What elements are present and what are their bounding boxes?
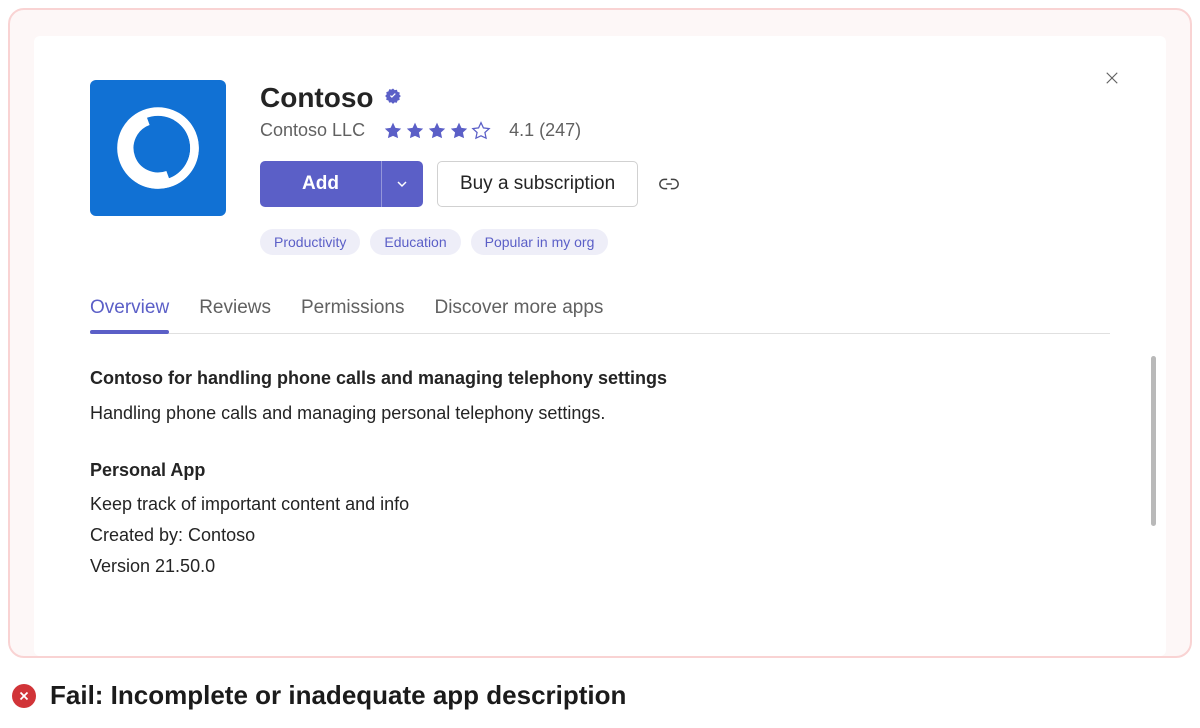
add-split-button: Add	[260, 161, 423, 207]
star-full-icon	[449, 121, 469, 141]
tab-permissions[interactable]: Permissions	[301, 297, 404, 333]
overview-headline: Contoso for handling phone calls and man…	[90, 364, 1110, 393]
version: Version 21.50.0	[90, 552, 1110, 581]
tab-reviews[interactable]: Reviews	[199, 297, 271, 333]
header: Contoso Contoso LLC 4.1 (247)	[90, 80, 1110, 255]
tabs: Overview Reviews Permissions Discover mo…	[90, 297, 1110, 334]
buy-subscription-button[interactable]: Buy a subscription	[437, 161, 638, 207]
section-title: Personal App	[90, 456, 1110, 485]
add-dropdown-button[interactable]	[381, 161, 423, 207]
app-icon	[90, 80, 226, 216]
star-full-icon	[383, 121, 403, 141]
rating-text: 4.1 (247)	[509, 120, 581, 141]
tag-row: Productivity Education Popular in my org	[260, 229, 1110, 255]
overview-summary: Handling phone calls and managing person…	[90, 399, 1110, 428]
tag-popular[interactable]: Popular in my org	[471, 229, 609, 255]
action-row: Add Buy a subscription	[260, 161, 1110, 207]
tab-discover[interactable]: Discover more apps	[434, 297, 603, 333]
copy-link-button[interactable]	[658, 173, 680, 195]
error-x-icon	[18, 690, 30, 702]
rating-stars	[383, 121, 491, 141]
fail-text: Fail: Incomplete or inadequate app descr…	[50, 680, 626, 711]
app-title: Contoso	[260, 82, 374, 114]
example-frame-fail: Contoso Contoso LLC 4.1 (247)	[8, 8, 1192, 658]
publisher-name: Contoso LLC	[260, 120, 365, 141]
tab-overview[interactable]: Overview	[90, 297, 169, 333]
close-icon	[1103, 69, 1121, 87]
created-by: Created by: Contoso	[90, 521, 1110, 550]
app-logo-icon	[110, 100, 206, 196]
fail-caption: Fail: Incomplete or inadequate app descr…	[12, 680, 1200, 711]
star-empty-icon	[471, 121, 491, 141]
star-full-icon	[427, 121, 447, 141]
tag-productivity[interactable]: Productivity	[260, 229, 360, 255]
tag-education[interactable]: Education	[370, 229, 460, 255]
close-button[interactable]	[1098, 64, 1126, 92]
header-meta: Contoso Contoso LLC 4.1 (247)	[260, 80, 1110, 255]
chevron-down-icon	[394, 176, 410, 192]
overview-content: Contoso for handling phone calls and man…	[90, 334, 1110, 581]
fail-icon	[12, 684, 36, 708]
scrollbar-thumb[interactable]	[1151, 356, 1156, 526]
add-button[interactable]: Add	[260, 161, 381, 207]
link-icon	[658, 173, 680, 195]
verified-badge-icon	[384, 87, 402, 110]
star-full-icon	[405, 121, 425, 141]
app-details-dialog: Contoso Contoso LLC 4.1 (247)	[34, 36, 1166, 656]
section-line1: Keep track of important content and info	[90, 490, 1110, 519]
